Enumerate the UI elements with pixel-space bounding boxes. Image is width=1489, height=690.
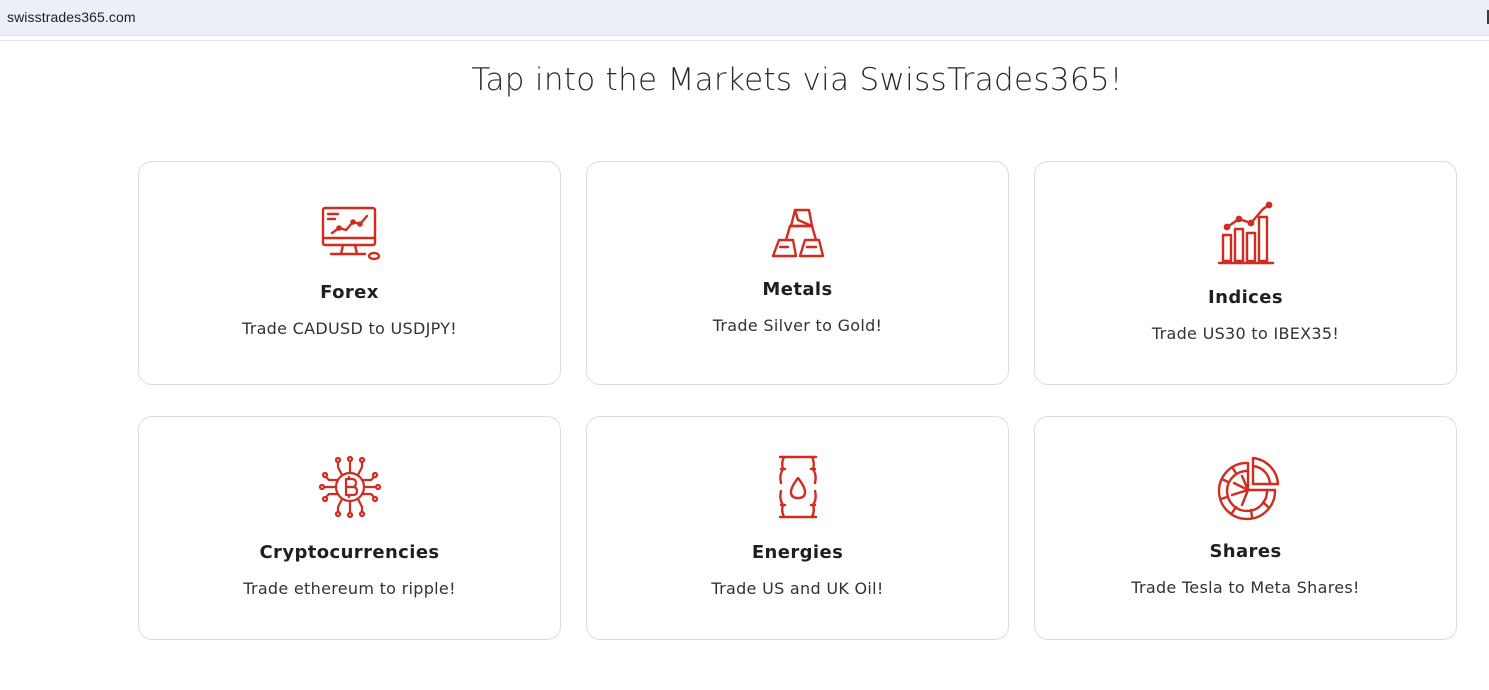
pie-chart-icon [1212,455,1280,523]
market-description: Trade ethereum to ripple! [243,579,456,598]
page-title: Tap into the Markets via SwissTrades365! [471,62,1123,98]
url-text[interactable]: swisstrades365.com [7,9,136,25]
market-description: Trade Silver to Gold! [712,316,883,335]
market-title: Metals [762,279,833,300]
market-card-forex[interactable]: Forex Trade CADUSD to USDJPY! [138,161,561,385]
bitcoin-circuit-icon [316,453,384,521]
market-title: Shares [1209,541,1282,562]
market-description: Trade CADUSD to USDJPY! [241,319,458,338]
browser-address-bar[interactable]: swisstrades365.com [0,0,1489,36]
gold-bars-icon [764,200,832,268]
market-card-shares[interactable]: Shares Trade Tesla to Meta Shares! [1034,416,1457,640]
market-card-indices[interactable]: Indices Trade US30 to IBEX35! [1034,161,1457,385]
market-title: Cryptocurrencies [259,542,440,563]
market-title: Forex [320,282,379,303]
market-description: Trade US30 to IBEX35! [1151,324,1340,343]
market-title: Energies [751,542,844,563]
oil-barrel-icon [764,453,832,521]
market-title: Indices [1208,287,1283,308]
market-description: Trade Tesla to Meta Shares! [1131,578,1360,597]
header-divider [0,40,1489,41]
bar-chart-icon [1212,197,1280,265]
market-card-cryptocurrencies[interactable]: Cryptocurrencies Trade ethereum to rippl… [138,416,561,640]
market-card-energies[interactable]: Energies Trade US and UK Oil! [586,416,1009,640]
market-description: Trade US and UK Oil! [711,579,884,598]
computer-chart-icon [316,202,384,270]
market-card-metals[interactable]: Metals Trade Silver to Gold! [586,161,1009,385]
